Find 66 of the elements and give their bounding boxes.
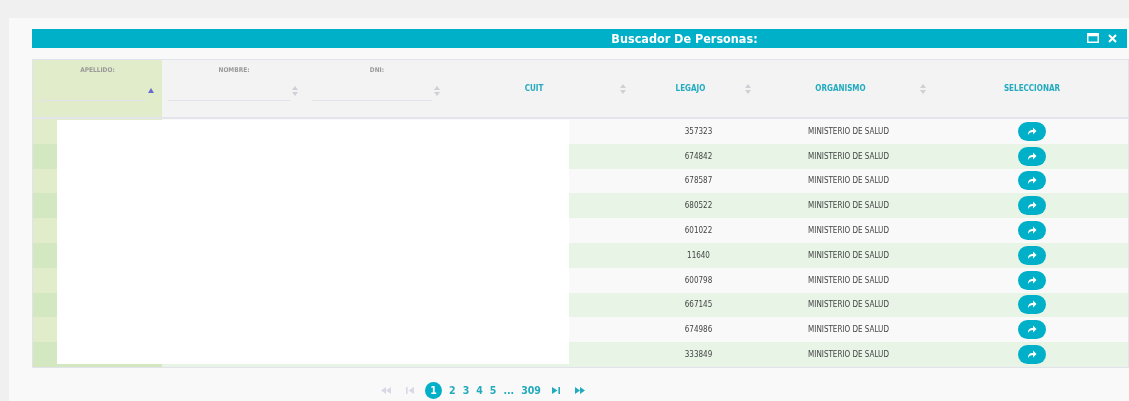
column-header[interactable]: LEGAJO xyxy=(636,60,761,117)
column-label: LEGAJO xyxy=(675,84,706,93)
column-header[interactable]: CUIT xyxy=(448,60,636,117)
table-cell: MINISTERIO DE SALUD xyxy=(808,176,889,186)
last-page-icon[interactable] xyxy=(574,386,585,394)
table-cell: 674842 xyxy=(684,151,713,161)
select-button[interactable] xyxy=(1018,295,1046,315)
share-arrow-icon xyxy=(1027,176,1037,186)
share-arrow-icon xyxy=(1027,151,1037,161)
table-cell: MINISTERIO DE SALUD xyxy=(808,275,889,285)
select-button[interactable] xyxy=(1018,320,1046,340)
page-link[interactable]: 2 xyxy=(449,384,456,397)
select-button[interactable] xyxy=(1018,270,1046,290)
table-cell: MINISTERIO DE SALUD xyxy=(808,325,889,335)
table-cell: 333849 xyxy=(684,350,713,360)
page-link[interactable]: 3 xyxy=(462,384,470,397)
table-cell: 600798 xyxy=(684,275,713,285)
select-button[interactable] xyxy=(1018,345,1046,365)
share-arrow-icon xyxy=(1027,201,1037,211)
page-link[interactable]: 1 xyxy=(425,381,443,399)
table-cell: 11640 xyxy=(687,250,710,260)
share-arrow-icon xyxy=(1027,126,1037,136)
select-button[interactable] xyxy=(1018,245,1046,265)
page-link[interactable]: 4 xyxy=(476,384,483,397)
table-cell: MINISTERIO DE SALUD xyxy=(808,126,889,136)
select-button[interactable] xyxy=(1018,121,1046,141)
share-arrow-icon xyxy=(1027,325,1037,335)
select-button[interactable] xyxy=(1018,221,1046,241)
table-cell: MINISTERIO DE SALUD xyxy=(808,226,889,236)
column-label: SELECCIONAR xyxy=(1003,84,1061,93)
select-button[interactable] xyxy=(1018,196,1046,216)
page-link[interactable]: ... xyxy=(503,384,515,397)
sort-icon[interactable] xyxy=(292,85,298,96)
close-icon[interactable] xyxy=(1108,33,1117,43)
share-arrow-icon xyxy=(1027,350,1037,360)
table-cell: MINISTERIO DE SALUD xyxy=(808,250,889,260)
table-cell: 601022 xyxy=(684,226,713,236)
maximize-icon[interactable] xyxy=(1087,33,1099,43)
table-cell: 678587 xyxy=(684,176,713,186)
sort-icon[interactable] xyxy=(434,85,440,96)
table-cell: 674986 xyxy=(684,325,713,335)
share-arrow-icon xyxy=(1027,250,1037,260)
select-button[interactable] xyxy=(1018,171,1046,191)
next-page-icon[interactable] xyxy=(551,386,560,394)
table-cell: 680522 xyxy=(684,201,713,211)
table-cell: 667145 xyxy=(684,300,713,310)
table-cell: MINISTERIO DE SALUD xyxy=(808,201,889,211)
column-header[interactable]: SELECCIONAR xyxy=(936,60,1128,117)
table-cell: MINISTERIO DE SALUD xyxy=(808,350,889,360)
share-arrow-icon xyxy=(1027,275,1037,285)
sort-ascending-icon[interactable] xyxy=(148,88,154,93)
table-cell: 357323 xyxy=(684,126,713,136)
window-title: Buscador De Personas: xyxy=(611,31,758,46)
sort-icon[interactable] xyxy=(745,83,751,94)
column-label: ORGANISMO xyxy=(815,84,866,93)
column-header[interactable]: ORGANISMO xyxy=(761,60,936,117)
sort-icon[interactable] xyxy=(920,83,926,94)
table-cell: MINISTERIO DE SALUD xyxy=(808,300,889,310)
share-arrow-icon xyxy=(1027,300,1037,310)
sort-icon[interactable] xyxy=(620,83,626,94)
table-cell: MINISTERIO DE SALUD xyxy=(808,151,889,161)
page-link[interactable]: 309 xyxy=(521,384,541,397)
page-link[interactable]: 5 xyxy=(489,384,497,397)
column-label: CUIT xyxy=(524,84,544,93)
share-arrow-icon xyxy=(1027,226,1037,236)
select-button[interactable] xyxy=(1018,146,1046,166)
